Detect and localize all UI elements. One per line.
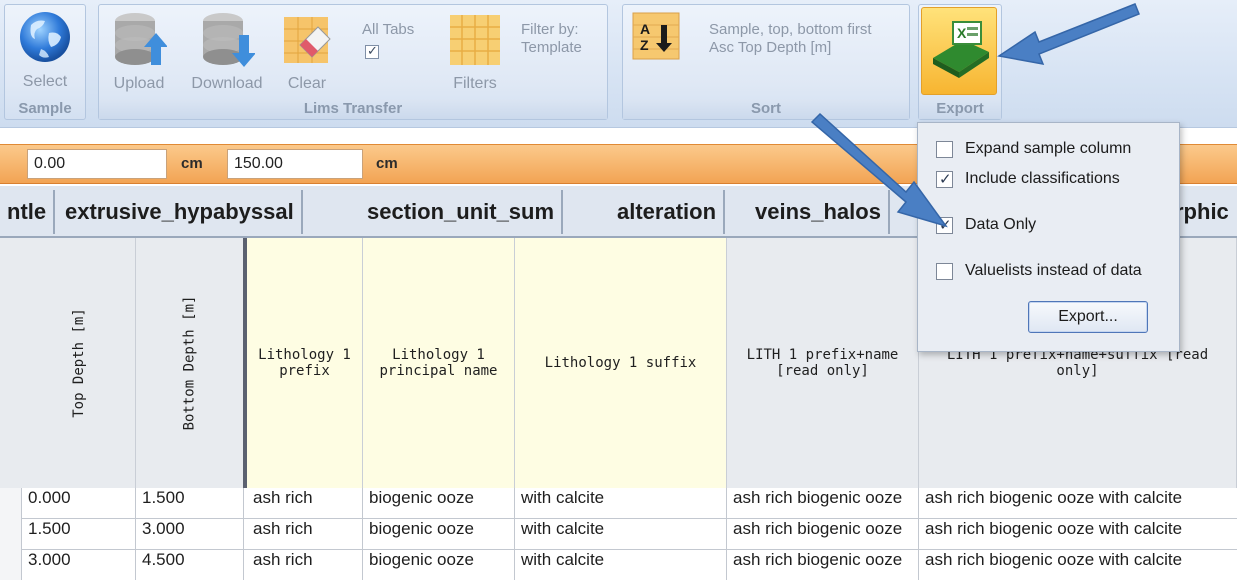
depth-to-unit: cm bbox=[376, 155, 398, 172]
depth-from-input[interactable]: 0.00 bbox=[27, 149, 167, 179]
cell-lith-prefix-name[interactable]: ash rich biogenic ooze bbox=[727, 488, 919, 519]
cell-lithology-prefix[interactable]: ash rich bbox=[247, 519, 363, 550]
menu-item-expand-sample-column[interactable]: Expand sample column bbox=[936, 137, 1131, 161]
database-download-icon bbox=[203, 13, 255, 67]
cell-top-depth[interactable]: 0.000 bbox=[22, 488, 136, 519]
column-header-bottom-depth[interactable]: Bottom Depth [m] bbox=[136, 238, 244, 488]
cell-lithology-suffix[interactable]: with calcite bbox=[515, 488, 727, 519]
column-header-lithology-principal-name[interactable]: Lithology 1 principal name bbox=[363, 238, 515, 488]
select-sample-button[interactable]: Select bbox=[7, 7, 83, 91]
sort-order-line1: Sample, top, bottom first bbox=[709, 21, 872, 38]
cell-lith-full[interactable]: ash rich biogenic ooze with calcite bbox=[919, 519, 1237, 550]
ribbon-group-lims-transfer: Upload Download Clear All Tabs ✓ Filters… bbox=[98, 4, 608, 120]
filter-by-line1: Filter by: bbox=[521, 21, 579, 38]
cell-lith-prefix-name[interactable]: ash rich biogenic ooze bbox=[727, 550, 919, 580]
tab-alteration[interactable]: alteration bbox=[610, 190, 726, 234]
eraser-grid-icon bbox=[284, 17, 331, 63]
svg-text:X: X bbox=[957, 25, 967, 41]
sort-button[interactable]: A Z bbox=[631, 11, 681, 67]
depth-to-input[interactable]: 150.00 bbox=[227, 149, 363, 179]
filters-button[interactable]: Filters bbox=[443, 9, 507, 93]
database-upload-icon bbox=[115, 13, 167, 65]
cell-bottom-depth[interactable]: 4.500 bbox=[136, 550, 244, 580]
ribbon-group-sort: A Z Sample, top, bottom first Asc Top De… bbox=[622, 4, 910, 120]
valuelists-checkbox[interactable] bbox=[936, 262, 953, 280]
cell-lith-full[interactable]: ash rich biogenic ooze with calcite bbox=[919, 550, 1237, 580]
tab-section-unit-sum[interactable]: section_unit_sum bbox=[360, 190, 564, 234]
cell-lithology-suffix[interactable]: with calcite bbox=[515, 519, 727, 550]
cell-lithology-prefix[interactable]: ash rich bbox=[247, 550, 363, 580]
cell-bottom-depth[interactable]: 1.500 bbox=[136, 488, 244, 519]
upload-button[interactable]: Upload bbox=[107, 9, 171, 93]
ribbon-group-sample: Select Sample bbox=[4, 4, 86, 120]
svg-text:A: A bbox=[640, 21, 650, 37]
menu-item-label: Valuelists instead of data bbox=[965, 262, 1142, 279]
menu-item-label: Expand sample column bbox=[965, 140, 1132, 157]
table-row[interactable]: 0.000 1.500 ash rich biogenic ooze with … bbox=[0, 488, 1237, 519]
svg-text:Z: Z bbox=[640, 37, 649, 53]
download-button[interactable]: Download bbox=[185, 9, 269, 93]
column-header-lith-prefix-name[interactable]: LITH 1 prefix+name [read only] bbox=[727, 238, 919, 488]
download-label: Download bbox=[191, 75, 263, 92]
filter-by-line2: Template bbox=[521, 39, 582, 56]
cell-lith-full[interactable]: ash rich biogenic ooze with calcite bbox=[919, 488, 1237, 519]
lims-transfer-group-label: Lims Transfer bbox=[99, 99, 607, 119]
all-tabs-checkbox[interactable] bbox=[365, 43, 379, 59]
cell-lithology-suffix[interactable]: with calcite bbox=[515, 550, 727, 580]
ribbon-group-sample-label: Sample bbox=[18, 100, 72, 117]
export-button[interactable]: Export... bbox=[1028, 301, 1148, 333]
menu-item-label: Data Only bbox=[965, 216, 1037, 233]
cell-lith-prefix-name[interactable]: ash rich biogenic ooze bbox=[727, 519, 919, 550]
cell-bottom-depth[interactable]: 3.000 bbox=[136, 519, 244, 550]
tab-mantle[interactable]: ntle bbox=[0, 190, 56, 234]
select-label: Select bbox=[22, 73, 68, 90]
column-header-lithology-prefix[interactable]: Lithology 1 prefix bbox=[247, 238, 363, 488]
menu-item-label: Include classifications bbox=[965, 170, 1120, 187]
cell-lithology-principal[interactable]: biogenic ooze bbox=[363, 550, 515, 580]
depth-from-unit: cm bbox=[181, 155, 203, 172]
upload-label: Upload bbox=[113, 75, 165, 92]
filters-label: Filters bbox=[453, 75, 497, 92]
all-tabs-label: All Tabs bbox=[362, 21, 415, 38]
cell-top-depth[interactable]: 3.000 bbox=[22, 550, 136, 580]
sort-order-line2: Asc Top Depth [m] bbox=[709, 39, 832, 56]
tab-extrusive-hypabyssal[interactable]: extrusive_hypabyssal bbox=[58, 190, 303, 234]
arrow-to-data-only-icon bbox=[810, 112, 948, 228]
clear-button[interactable]: Clear bbox=[279, 9, 335, 93]
row-header[interactable] bbox=[0, 550, 22, 580]
menu-item-valuelists[interactable]: Valuelists instead of data bbox=[936, 259, 1142, 283]
export-options-menu: Expand sample column Include classificat… bbox=[917, 122, 1180, 352]
grid-body: 0.000 1.500 ash rich biogenic ooze with … bbox=[0, 488, 1237, 580]
globe-icon bbox=[20, 12, 70, 62]
sort-az-icon: A Z bbox=[632, 12, 680, 60]
column-header-lithology-suffix[interactable]: Lithology 1 suffix bbox=[515, 238, 727, 488]
table-row[interactable]: 1.500 3.000 ash rich biogenic ooze with … bbox=[0, 519, 1237, 550]
menu-item-include-classifications[interactable]: Include classifications bbox=[936, 167, 1120, 191]
clear-label: Clear bbox=[287, 75, 327, 92]
arrow-to-export-icon bbox=[997, 3, 1140, 65]
column-header-top-depth[interactable]: Top Depth [m] bbox=[22, 238, 136, 488]
filter-grid-icon bbox=[450, 15, 500, 65]
cell-lithology-principal[interactable]: biogenic ooze bbox=[363, 519, 515, 550]
cell-lithology-principal[interactable]: biogenic ooze bbox=[363, 488, 515, 519]
row-header[interactable] bbox=[0, 519, 22, 550]
cell-top-depth[interactable]: 1.500 bbox=[22, 519, 136, 550]
cell-lithology-prefix[interactable]: ash rich bbox=[247, 488, 363, 519]
row-header[interactable] bbox=[0, 488, 22, 519]
table-row[interactable]: 3.000 4.500 ash rich biogenic ooze with … bbox=[0, 550, 1237, 580]
